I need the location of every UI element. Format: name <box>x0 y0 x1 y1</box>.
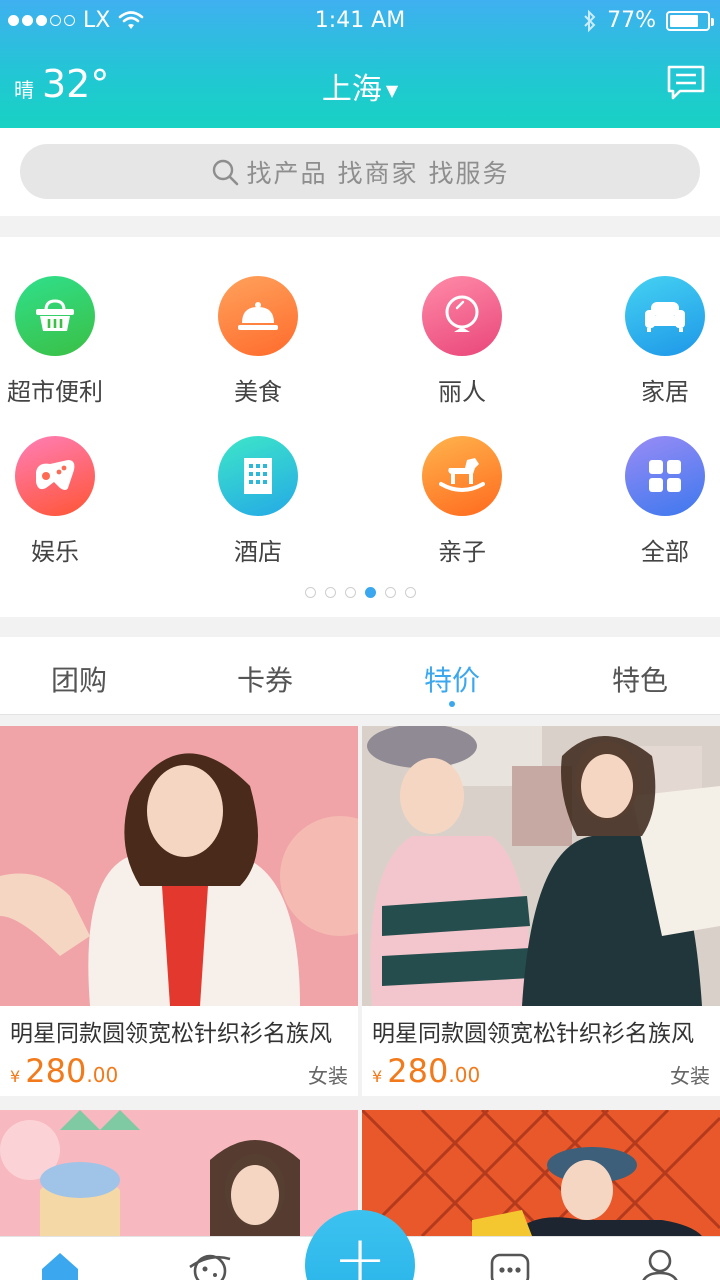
product-image <box>362 1110 720 1236</box>
rocking-horse-icon <box>439 458 485 492</box>
gamepad-icon <box>36 460 75 490</box>
product-image <box>0 1110 358 1236</box>
category-label: 超市便利 <box>7 378 103 406</box>
plus-icon: + <box>333 1223 387 1280</box>
category-label: 美食 <box>234 378 282 406</box>
product-card[interactable]: 明星同款圆领宽松针织衫名族风 ¥ 280.00 女装 <box>362 726 720 1096</box>
category-label: 全部 <box>641 538 689 566</box>
category-circle <box>625 276 705 356</box>
category-circle <box>15 276 95 356</box>
price-decimal: .00 <box>448 1063 481 1087</box>
tab-label: 卡券 <box>236 664 293 697</box>
category-grid: 超市便利 美食 丽人 家居 娱乐 酒店 亲子 全部 <box>0 237 720 617</box>
tab-special-price[interactable]: 特价 <box>392 659 512 707</box>
category-all[interactable]: 全部 <box>605 436 720 567</box>
tab-coupons[interactable]: 卡券 <box>205 659 325 699</box>
category-food[interactable]: 美食 <box>198 276 318 407</box>
category-label: 酒店 <box>234 538 282 566</box>
price-decimal: .00 <box>86 1063 119 1087</box>
product-title: 明星同款圆领宽松针织衫名族风 <box>10 1021 332 1047</box>
planet-icon[interactable] <box>188 1249 232 1280</box>
category-circle <box>218 276 298 356</box>
tab-group-buy[interactable]: 团购 <box>19 659 139 699</box>
category-parent-child[interactable]: 亲子 <box>402 436 522 567</box>
category-hotel[interactable]: 酒店 <box>198 436 318 567</box>
tab-featured[interactable]: 特色 <box>580 659 700 699</box>
category-circle <box>422 436 502 516</box>
header: LX 1:41 AM 77% 晴 32° 上海 ▼ <box>0 0 720 128</box>
price-integer: 280 <box>25 1052 87 1090</box>
user-icon[interactable] <box>638 1249 682 1280</box>
app-screen: LX 1:41 AM 77% 晴 32° 上海 ▼ 找产品 找商家 找服务 超市… <box>0 0 720 1280</box>
page-dot[interactable] <box>364 587 376 598</box>
search-bar-container: 找产品 找商家 找服务 <box>0 128 720 216</box>
product-meta: ¥ 280.00 女装 <box>362 1048 720 1096</box>
page-dot[interactable] <box>384 587 396 598</box>
product-card[interactable] <box>0 1110 358 1236</box>
tab-label: 团购 <box>50 664 107 697</box>
category-home[interactable]: 家居 <box>605 276 720 407</box>
category-supermarket[interactable]: 超市便利 <box>0 276 115 407</box>
tab-label: 特色 <box>611 664 668 697</box>
caret-down-icon: ▼ <box>385 81 399 100</box>
category-label: 丽人 <box>438 378 486 406</box>
search-icon <box>212 159 238 185</box>
category-circle <box>625 436 705 516</box>
food-cloche-icon <box>238 302 278 330</box>
category-circle <box>218 436 298 516</box>
category-beauty[interactable]: 丽人 <box>402 276 522 407</box>
page-dot[interactable] <box>304 587 316 598</box>
category-circle <box>422 276 502 356</box>
tab-label: 特价 <box>423 664 480 697</box>
status-bar: LX 1:41 AM 77% <box>0 0 720 42</box>
page-dot[interactable] <box>324 587 336 598</box>
product-price: ¥ 280.00 <box>10 1052 118 1090</box>
product-category: 女装 <box>308 1064 348 1088</box>
grid-icon <box>649 460 681 492</box>
search-input[interactable]: 找产品 找商家 找服务 <box>20 144 700 199</box>
home-icon[interactable] <box>38 1249 82 1280</box>
category-label: 亲子 <box>438 538 486 566</box>
chat-bubble-icon[interactable] <box>666 64 706 102</box>
city-name: 上海 <box>321 72 382 107</box>
sofa-icon <box>645 302 685 332</box>
category-label: 娱乐 <box>31 538 79 566</box>
product-card[interactable] <box>362 1110 720 1236</box>
bluetooth-icon <box>584 9 596 32</box>
message-icon[interactable] <box>488 1249 532 1280</box>
product-meta: ¥ 280.00 女装 <box>0 1048 358 1096</box>
product-title: 明星同款圆领宽松针织衫名族风 <box>372 1021 694 1047</box>
active-tab-indicator <box>449 701 455 707</box>
category-entertainment[interactable]: 娱乐 <box>0 436 115 567</box>
category-circle <box>15 436 95 516</box>
battery-icon <box>666 10 714 31</box>
status-right: 77% <box>583 8 714 33</box>
price-currency: ¥ <box>10 1067 21 1086</box>
tab-bar: 团购 卡券 特价 特色 <box>0 637 720 715</box>
product-image <box>362 726 720 1006</box>
page-dot[interactable] <box>404 587 416 598</box>
city-selector[interactable]: 上海 ▼ <box>0 64 720 108</box>
category-label: 家居 <box>641 378 689 406</box>
price-currency: ¥ <box>372 1067 383 1086</box>
battery-percent: 77% <box>607 8 656 33</box>
page-indicator <box>0 587 720 598</box>
page-dot[interactable] <box>344 587 356 598</box>
mirror-icon <box>445 295 479 332</box>
building-icon <box>244 458 272 494</box>
basket-icon <box>36 299 74 331</box>
product-card[interactable]: 明星同款圆领宽松针织衫名族风 ¥ 280.00 女装 <box>0 726 358 1096</box>
product-price: ¥ 280.00 <box>372 1052 480 1090</box>
price-integer: 280 <box>387 1052 449 1090</box>
product-category: 女装 <box>670 1064 710 1088</box>
search-placeholder: 找产品 找商家 找服务 <box>246 158 510 188</box>
product-image <box>0 726 358 1006</box>
